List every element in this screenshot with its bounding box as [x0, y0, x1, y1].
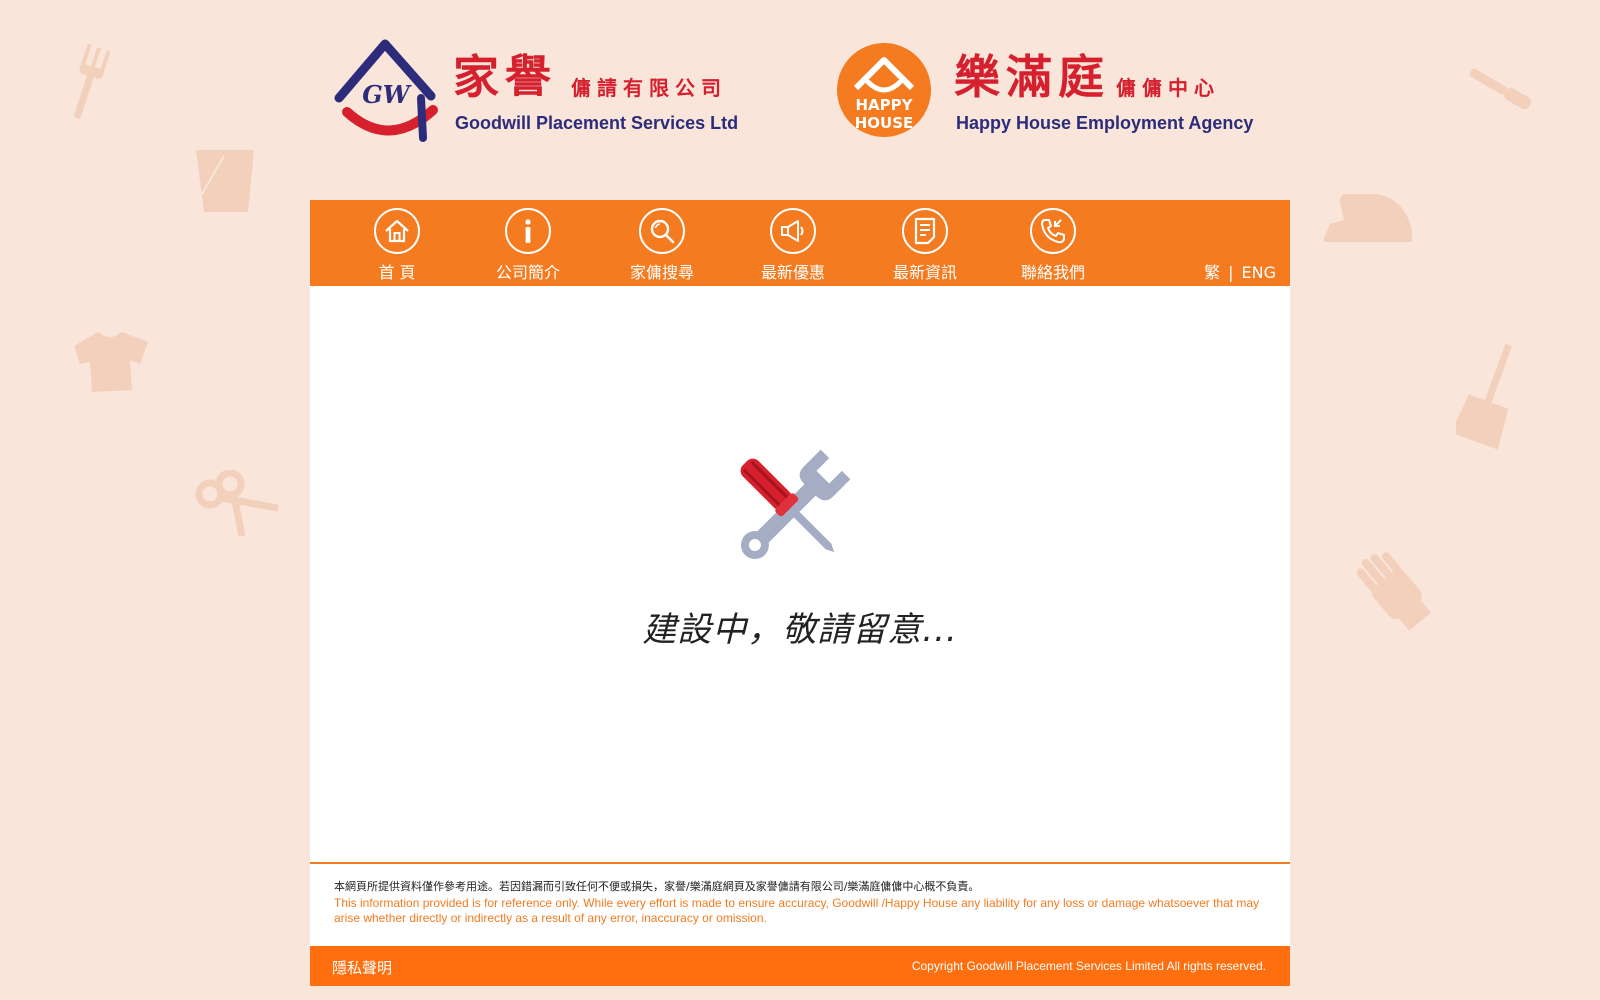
- nav-item-promotions[interactable]: 最新優惠: [738, 208, 848, 283]
- news-icon: [902, 208, 948, 254]
- lang-separator: |: [1228, 263, 1234, 282]
- nav-label-search: 家傭搜尋: [629, 263, 694, 282]
- goodwill-logo[interactable]: GW 家譽 傭請有限公司 Goodwill Placement Services…: [333, 38, 753, 148]
- glove-icon: [1350, 546, 1436, 636]
- happy-house-name-cn: 樂滿庭: [954, 50, 1110, 104]
- main-content: 建設中，敬請留意...: [310, 286, 1290, 862]
- nav-item-home[interactable]: 首 頁: [342, 208, 452, 283]
- phone-icon: [1030, 208, 1076, 254]
- site-header: GW 家譽 傭請有限公司 Goodwill Placement Services…: [0, 0, 1600, 196]
- goodwill-sub-cn: 傭請有限公司: [571, 76, 727, 100]
- disclaimer-en: This information provided is for referen…: [334, 896, 1260, 925]
- goodwill-name-en: Goodwill Placement Services Ltd: [455, 113, 739, 133]
- happy-house-badge-icon: HAPPY HOUSE: [837, 43, 931, 137]
- copyright-text: Copyright Goodwill Placement Services Li…: [911, 959, 1266, 973]
- nav-item-search[interactable]: 家傭搜尋: [607, 208, 717, 283]
- lang-traditional-chinese[interactable]: 繁: [1204, 263, 1220, 282]
- scissors-icon: [194, 470, 280, 540]
- nav-item-news[interactable]: 最新資訊: [870, 208, 980, 283]
- nav-label-promotions: 最新優惠: [760, 263, 825, 282]
- goodwill-name-cn: 家譽: [453, 50, 557, 104]
- main-nav: 首 頁 公司簡介 家傭搜尋 最新優惠 最新資訊 聯絡我們 繁 | ENG: [310, 200, 1290, 286]
- nav-label-contact: 聯絡我們: [1020, 263, 1085, 282]
- tools-icon: [740, 449, 851, 560]
- nav-item-about[interactable]: 公司簡介: [473, 208, 583, 283]
- nav-label-home: 首 頁: [378, 263, 416, 282]
- svg-text:GW: GW: [362, 80, 411, 109]
- language-switcher: 繁 | ENG: [1204, 259, 1276, 283]
- broom-icon: [1456, 340, 1526, 450]
- disclaimer-cn: 本網頁所提供資料僅作參考用途。若因錯漏而引致任何不便或損失，家譽/樂滿庭網頁及家…: [334, 880, 980, 893]
- lang-english[interactable]: ENG: [1242, 263, 1276, 282]
- goodwill-house-icon: GW: [334, 39, 438, 142]
- main-frame: 首 頁 公司簡介 家傭搜尋 最新優惠 最新資訊 聯絡我們 繁 | ENG 建設中…: [310, 200, 1290, 986]
- privacy-link[interactable]: 隱私聲明: [332, 957, 392, 978]
- svg-text:HOUSE: HOUSE: [855, 114, 914, 132]
- tshirt-icon: [70, 324, 152, 394]
- happy-house-sub-cn: 傭傭中心: [1116, 76, 1220, 100]
- nav-label-news: 最新資訊: [892, 263, 957, 282]
- happy-house-logo[interactable]: HAPPY HOUSE 樂滿庭 傭傭中心 Happy House Employm…: [834, 38, 1264, 148]
- nav-item-contact[interactable]: 聯絡我們: [998, 208, 1108, 283]
- svg-text:HAPPY: HAPPY: [855, 96, 913, 114]
- home-icon: [374, 208, 420, 254]
- site-footer: 隱私聲明 Copyright Goodwill Placement Servic…: [310, 946, 1290, 986]
- info-icon: [505, 208, 551, 254]
- under-construction-message: 建設中，敬請留意...: [642, 610, 958, 650]
- nav-label-about: 公司簡介: [495, 263, 560, 282]
- megaphone-icon: [770, 208, 816, 254]
- search-icon: [639, 208, 685, 254]
- disclaimer: 本網頁所提供資料僅作參考用途。若因錯漏而引致任何不便或損失，家譽/樂滿庭網頁及家…: [310, 862, 1290, 946]
- happy-house-name-en: Happy House Employment Agency: [956, 113, 1254, 133]
